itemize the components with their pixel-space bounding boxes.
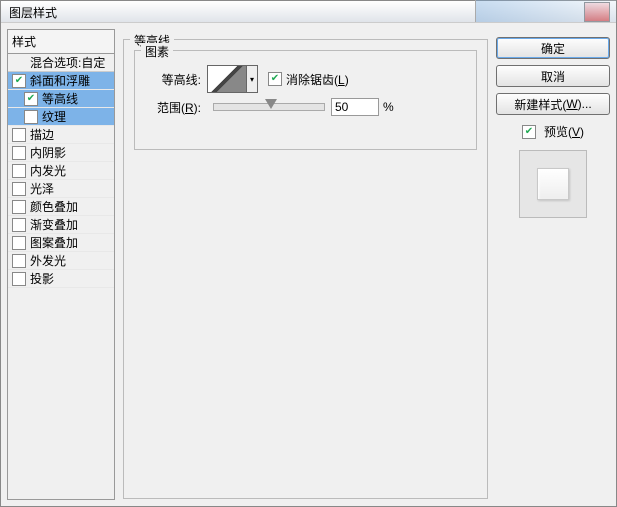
style-item-label: 颜色叠加 — [30, 198, 78, 215]
style-item[interactable]: 内发光 — [8, 162, 114, 180]
contour-dropdown-icon[interactable]: ▾ — [247, 65, 258, 93]
title-bar: 图层样式 — [1, 1, 616, 23]
style-item-label: 外发光 — [30, 252, 66, 269]
range-slider[interactable] — [213, 103, 325, 111]
style-checkbox[interactable] — [12, 236, 26, 250]
contour-group: 等高线 图素 等高线: ▾ ✔ 消除锯齿(L) — [123, 39, 488, 499]
layer-style-dialog: 图层样式 样式 混合选项:自定 ✔ 斜面和浮雕 ✔ 等高线纹理描边内阴影内发光光泽颜色叠… — [0, 0, 617, 507]
style-item[interactable]: 投影 — [8, 270, 114, 288]
style-item-label: 渐变叠加 — [30, 216, 78, 233]
style-checkbox[interactable] — [12, 146, 26, 160]
style-item-label: 等高线 — [42, 90, 78, 107]
close-window-button[interactable] — [584, 2, 610, 22]
style-item[interactable]: ✔ 斜面和浮雕 — [8, 72, 114, 90]
antialias-label: 消除锯齿(L) — [286, 71, 349, 88]
ok-button[interactable]: 确定 — [496, 37, 610, 59]
style-item-label: 内阴影 — [30, 144, 66, 161]
style-item[interactable]: 颜色叠加 — [8, 198, 114, 216]
style-item-label: 内发光 — [30, 162, 66, 179]
style-item-label: 斜面和浮雕 — [30, 72, 90, 89]
elements-group-title: 图素 — [141, 43, 173, 60]
contour-label: 等高线: — [145, 71, 201, 88]
style-item[interactable]: 内阴影 — [8, 144, 114, 162]
cancel-button[interactable]: 取消 — [496, 65, 610, 87]
style-item[interactable]: 混合选项:自定 — [8, 54, 114, 72]
preview-checkbox[interactable]: ✔ — [522, 125, 536, 139]
action-column: 确定 取消 新建样式(W)... ✔ 预览(V) — [496, 29, 610, 500]
preview-swatch — [519, 150, 587, 218]
window-title: 图层样式 — [9, 6, 57, 20]
style-item-label: 图案叠加 — [30, 234, 78, 251]
style-checkbox[interactable] — [12, 182, 26, 196]
style-item-label: 混合选项:自定 — [30, 54, 105, 71]
style-checkbox[interactable] — [12, 164, 26, 178]
styles-header: 样式 — [7, 29, 115, 54]
style-item[interactable]: 图案叠加 — [8, 234, 114, 252]
style-checkbox[interactable] — [12, 218, 26, 232]
range-input[interactable] — [331, 98, 379, 116]
settings-panel: 等高线 图素 等高线: ▾ ✔ 消除锯齿(L) — [121, 29, 490, 500]
styles-list: 混合选项:自定 ✔ 斜面和浮雕 ✔ 等高线纹理描边内阴影内发光光泽颜色叠加渐变叠加图案叠… — [7, 54, 115, 500]
new-style-button[interactable]: 新建样式(W)... — [496, 93, 610, 115]
styles-column: 样式 混合选项:自定 ✔ 斜面和浮雕 ✔ 等高线纹理描边内阴影内发光光泽颜色叠加渐变叠加… — [7, 29, 115, 500]
style-checkbox[interactable] — [12, 272, 26, 286]
style-item[interactable]: 光泽 — [8, 180, 114, 198]
contour-picker[interactable] — [207, 65, 247, 93]
style-item[interactable]: 外发光 — [8, 252, 114, 270]
style-checkbox[interactable] — [12, 254, 26, 268]
style-item-label: 投影 — [30, 270, 54, 287]
range-label: 范围(R): — [145, 99, 201, 116]
style-item[interactable]: 描边 — [8, 126, 114, 144]
style-checkbox[interactable]: ✔ — [12, 74, 26, 88]
preview-label: 预览(V) — [544, 123, 584, 140]
style-checkbox[interactable] — [12, 200, 26, 214]
elements-group: 图素 等高线: ▾ ✔ 消除锯齿(L) 范围(R): — [134, 50, 477, 150]
range-unit: % — [383, 100, 394, 114]
style-checkbox[interactable] — [12, 128, 26, 142]
style-item[interactable]: ✔ 等高线 — [8, 90, 114, 108]
style-item-label: 描边 — [30, 126, 54, 143]
style-checkbox[interactable] — [24, 110, 38, 124]
style-item-label: 纹理 — [42, 108, 66, 125]
antialias-checkbox[interactable]: ✔ — [268, 72, 282, 86]
style-checkbox[interactable]: ✔ — [24, 92, 38, 106]
style-item[interactable]: 纹理 — [8, 108, 114, 126]
style-item-label: 光泽 — [30, 180, 54, 197]
style-item[interactable]: 渐变叠加 — [8, 216, 114, 234]
